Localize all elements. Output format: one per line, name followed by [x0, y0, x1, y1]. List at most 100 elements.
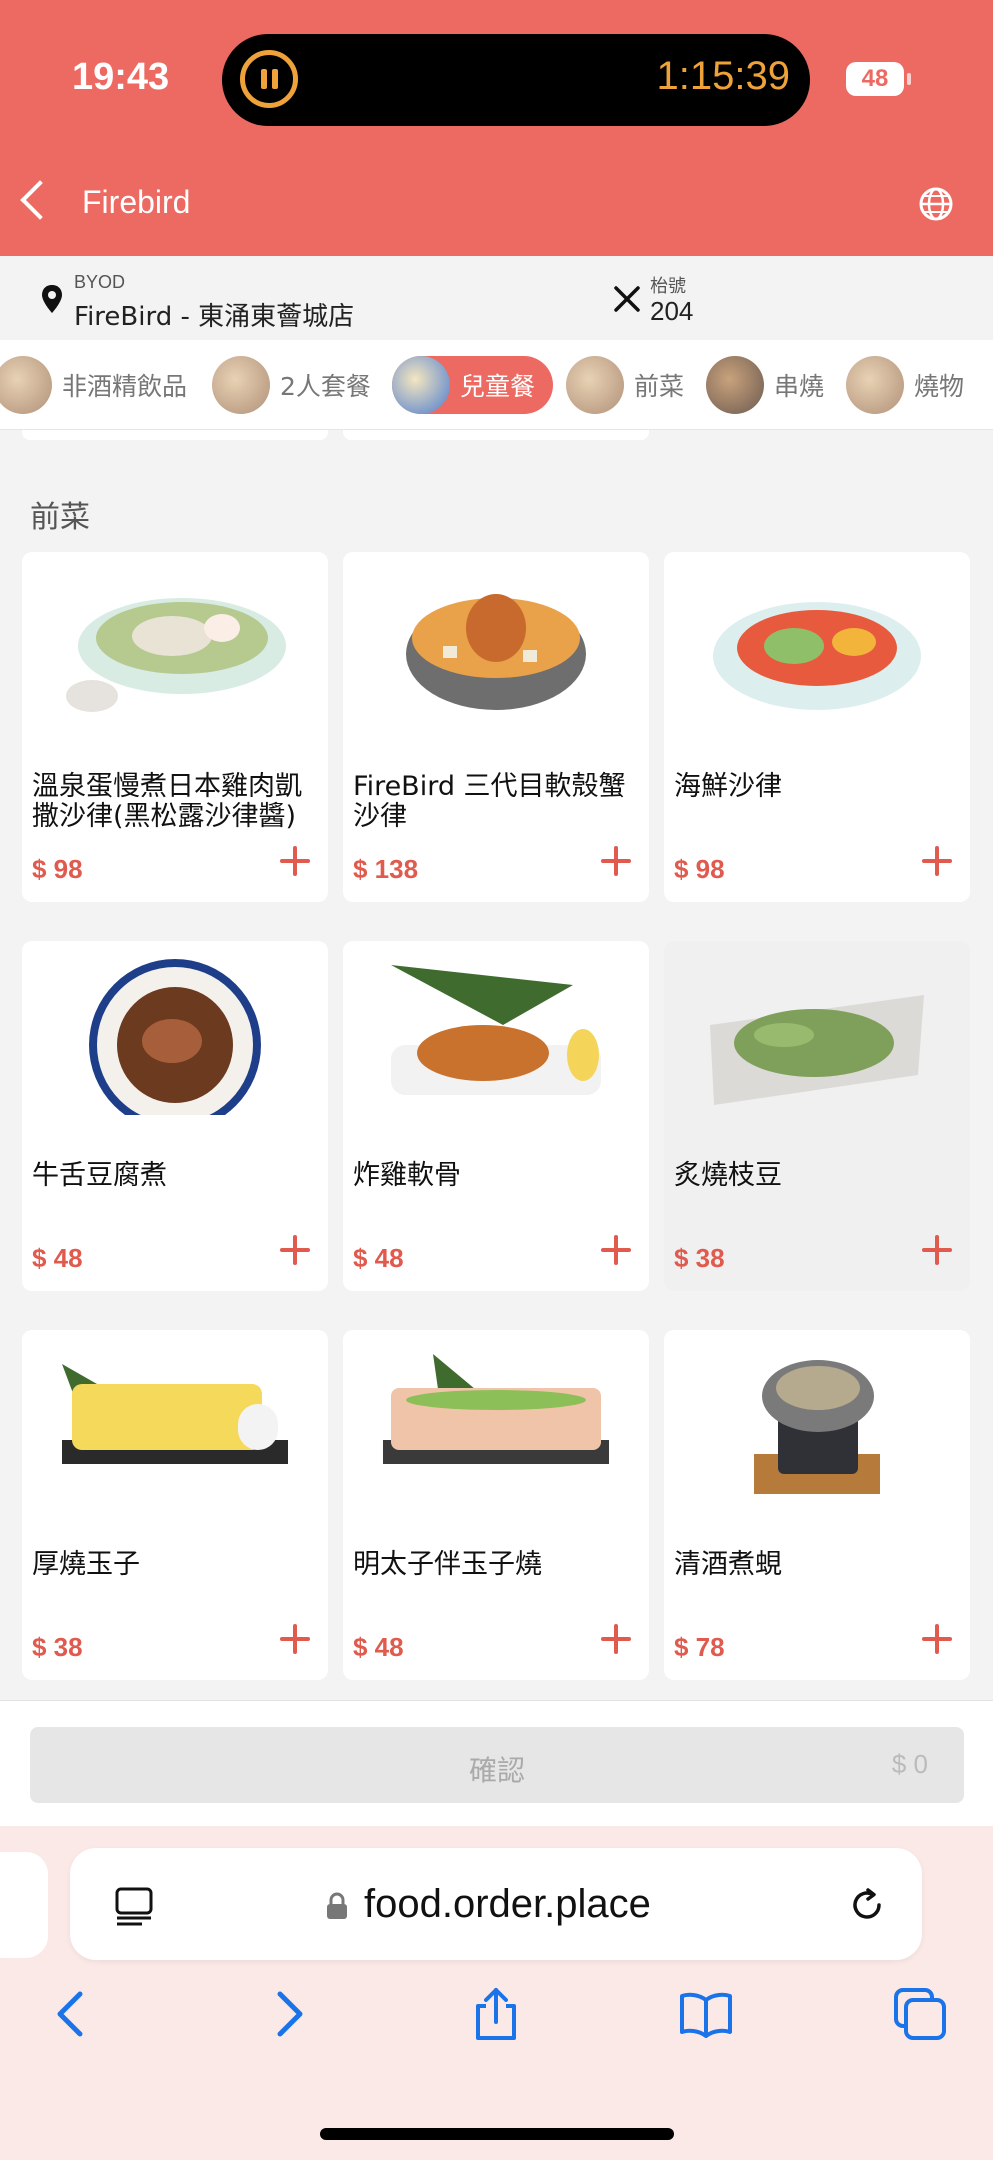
- previous-card-edge: [22, 430, 328, 440]
- tabs-icon[interactable]: [892, 1986, 948, 2042]
- category-tab-active[interactable]: 兒童餐: [392, 356, 554, 414]
- timer-pause-icon: [240, 50, 298, 108]
- item-price: $ 48: [32, 1243, 83, 1273]
- section-title: 前菜: [30, 500, 90, 535]
- category-tab[interactable]: 燒物: [846, 356, 982, 414]
- menu-item-card[interactable]: 溫泉蛋慢煮日本雞肉凱撒沙律(黑松露沙律醬) $ 98: [22, 552, 328, 902]
- url-text[interactable]: food.order.place: [364, 1882, 651, 1927]
- menu-item-card[interactable]: 炸雞軟骨 $ 48: [343, 941, 649, 1291]
- dish-image: [391, 965, 601, 1095]
- add-item-button[interactable]: [601, 846, 631, 876]
- dynamic-island: 1:15:39: [222, 34, 810, 126]
- bookmarks-icon[interactable]: [678, 1986, 734, 2042]
- utensils-icon: [614, 286, 640, 312]
- address-bar[interactable]: food.order.place: [70, 1848, 922, 1960]
- item-name: 明太子伴玉子燒: [353, 1549, 542, 1580]
- confirm-bar: 確認 $ 0: [0, 1700, 993, 1826]
- page-title: Firebird: [82, 184, 191, 220]
- category-label: 串燒: [774, 372, 825, 401]
- menu-item-card[interactable]: 海鮮沙律 $ 98: [664, 552, 970, 902]
- category-thumbnail: [0, 356, 52, 414]
- menu-content[interactable]: 前菜 溫泉蛋慢煮日本雞肉凱撒沙律(黑松露沙律醬) $ 98 FireBird 三…: [0, 430, 993, 1700]
- menu-item-card[interactable]: 炙燒枝豆 $ 38: [664, 941, 970, 1291]
- item-name: 炸雞軟骨: [353, 1160, 461, 1191]
- category-thumbnail: [392, 356, 450, 414]
- order-total: $ 0: [891, 1749, 928, 1779]
- category-label: 燒物: [914, 372, 965, 401]
- menu-item-card[interactable]: 明太子伴玉子燒 $ 48: [343, 1330, 649, 1680]
- add-item-button[interactable]: [601, 1235, 631, 1265]
- dish-image: [406, 594, 586, 710]
- category-tab[interactable]: 2人套餐: [212, 356, 389, 414]
- previous-card-edge: [343, 430, 649, 440]
- menu-item-card[interactable]: 牛舌豆腐煮 $ 48: [22, 941, 328, 1291]
- category-tab[interactable]: 非酒精飲品: [0, 356, 205, 414]
- table-number: 204: [650, 296, 694, 326]
- add-item-button[interactable]: [922, 1235, 952, 1265]
- item-name: 海鮮沙律: [674, 771, 782, 802]
- add-item-button[interactable]: [601, 1624, 631, 1654]
- dish-image: [383, 1354, 609, 1464]
- item-name: FireBird 三代目軟殼蟹沙律: [353, 771, 626, 832]
- item-price: $ 138: [353, 854, 419, 884]
- add-item-button[interactable]: [280, 1235, 310, 1265]
- home-indicator: [320, 2128, 674, 2140]
- share-icon[interactable]: [468, 1986, 524, 2042]
- top-bar: 19:43 1:15:39 48 Firebird: [0, 0, 993, 256]
- battery-indicator: 48: [846, 62, 911, 96]
- item-price: $ 48: [353, 1243, 404, 1273]
- browser-toolbar: food.order.place: [0, 1826, 993, 2160]
- menu-item-card[interactable]: 厚燒玉子 $ 38: [22, 1330, 328, 1680]
- category-label: 2人套餐: [280, 372, 371, 401]
- item-price: $ 48: [353, 1632, 404, 1662]
- item-price: $ 98: [32, 854, 83, 884]
- add-item-button[interactable]: [922, 1624, 952, 1654]
- category-label: 非酒精飲品: [62, 372, 188, 401]
- previous-tab-peek[interactable]: [0, 1852, 48, 1958]
- reader-icon[interactable]: [114, 1886, 154, 1926]
- table-label: 枱號: [650, 276, 686, 297]
- category-thumbnail: [846, 356, 904, 414]
- dish-image: [713, 602, 921, 710]
- store-name: FireBird - 東涌東薈城店: [74, 302, 355, 332]
- category-bar[interactable]: 非酒精飲品 2人套餐 兒童餐 前菜 串燒 燒物: [0, 340, 993, 430]
- pin-icon: [42, 285, 62, 313]
- mode-label: BYOD: [74, 272, 126, 292]
- item-price: $ 78: [674, 1632, 725, 1662]
- item-name: 溫泉蛋慢煮日本雞肉凱撒沙律(黑松露沙律醬): [32, 771, 302, 832]
- category-tab[interactable]: 串燒: [706, 356, 842, 414]
- add-item-button[interactable]: [280, 1624, 310, 1654]
- dish-image: [754, 1360, 880, 1494]
- menu-item-card[interactable]: 清酒煮蜆 $ 78: [664, 1330, 970, 1680]
- item-price: $ 38: [32, 1632, 83, 1662]
- back-icon[interactable]: [44, 1986, 100, 2042]
- dish-image: [89, 959, 261, 1115]
- add-item-button[interactable]: [922, 846, 952, 876]
- category-thumbnail: [566, 356, 624, 414]
- item-name: 厚燒玉子: [32, 1549, 140, 1580]
- item-name: 炙燒枝豆: [674, 1160, 782, 1191]
- status-time: 19:43: [72, 56, 170, 98]
- dish-image: [62, 1364, 288, 1464]
- category-label: 前菜: [634, 372, 685, 401]
- menu-item-card[interactable]: FireBird 三代目軟殼蟹沙律 $ 138: [343, 552, 649, 902]
- item-name: 牛舌豆腐煮: [32, 1160, 167, 1191]
- category-thumbnail: [706, 356, 764, 414]
- island-timer: 1:15:39: [656, 54, 790, 98]
- category-tab[interactable]: 前菜: [566, 356, 702, 414]
- confirm-button[interactable]: 確認 $ 0: [30, 1727, 964, 1803]
- item-price: $ 38: [674, 1243, 725, 1273]
- forward-icon[interactable]: [260, 1986, 316, 2042]
- reload-icon[interactable]: [846, 1884, 888, 1926]
- globe-icon[interactable]: [918, 186, 954, 222]
- category-label: 兒童餐: [460, 372, 536, 401]
- item-price: $ 98: [674, 854, 725, 884]
- add-item-button[interactable]: [280, 846, 310, 876]
- dish-image: [710, 995, 924, 1105]
- item-name: 清酒煮蜆: [674, 1549, 782, 1580]
- category-thumbnail: [212, 356, 270, 414]
- back-chevron-icon[interactable]: [20, 180, 60, 220]
- dish-image: [66, 598, 286, 712]
- confirm-label: 確認: [468, 1754, 525, 1787]
- store-info-bar: BYOD FireBird - 東涌東薈城店 枱號 204: [0, 256, 993, 340]
